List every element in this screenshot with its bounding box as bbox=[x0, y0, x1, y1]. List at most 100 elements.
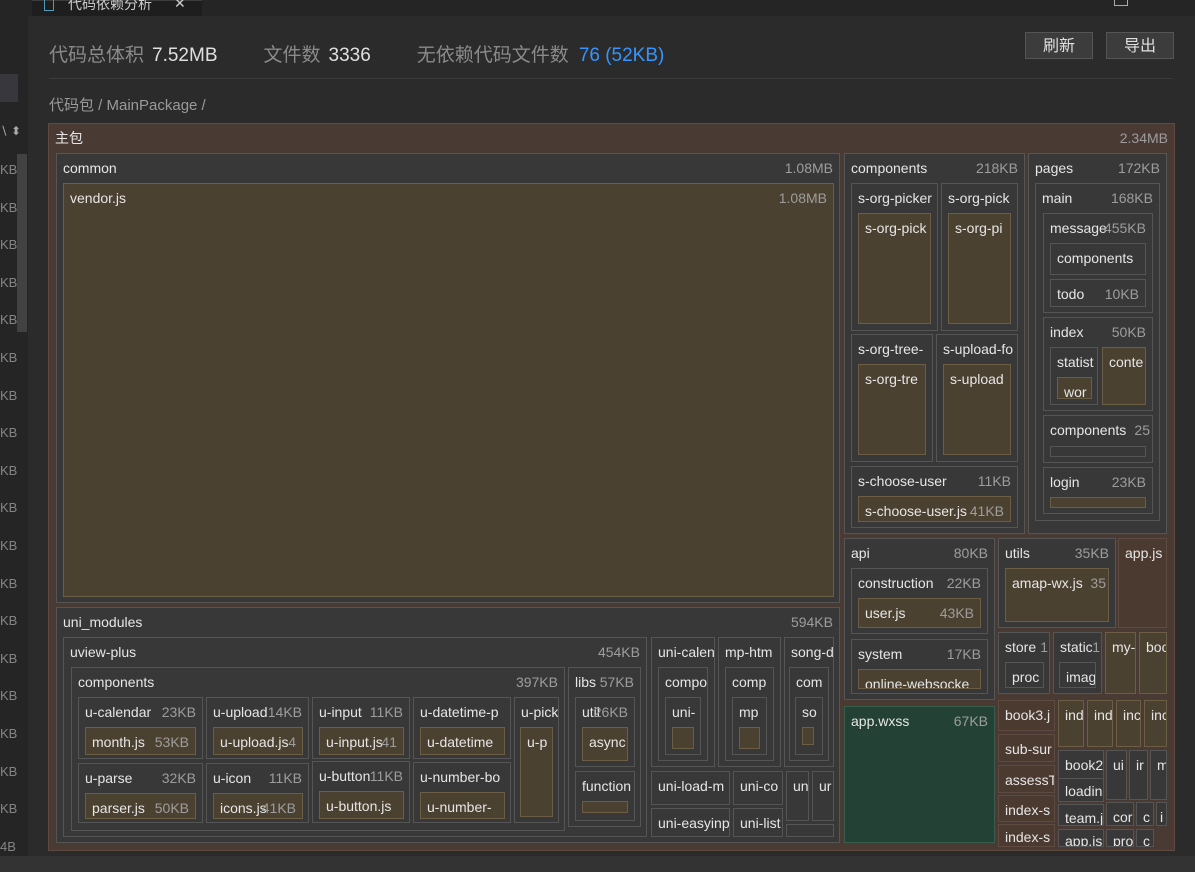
treemap-node-u-datetime-js[interactable]: u-datetime bbox=[420, 727, 505, 755]
treemap-node-ind-4[interactable]: inc bbox=[1144, 700, 1167, 747]
editor-tab-bar: 代码依赖分析 ✕ bbox=[0, 0, 1195, 16]
treemap-node-function[interactable]: function bbox=[575, 771, 635, 821]
sidebar-size-label: KB bbox=[0, 688, 18, 704]
total-size-label: 代码总体积 bbox=[49, 45, 145, 66]
refresh-button[interactable]: 刷新 bbox=[1025, 32, 1093, 59]
sidebar-size-label: KB bbox=[0, 726, 18, 741]
treemap-node-u-button-js[interactable]: u-button.js bbox=[319, 791, 404, 819]
sidebar-size-label: KB bbox=[0, 237, 18, 253]
treemap-node-online-websocket[interactable]: online-websocke bbox=[858, 669, 981, 689]
treemap-node-function-child[interactable] bbox=[582, 801, 628, 813]
treemap-node-boo[interactable]: boo bbox=[1139, 632, 1167, 694]
treemap-node-uni-collapse[interactable]: uni-co bbox=[733, 771, 783, 805]
treemap-node-c-2[interactable]: c bbox=[1136, 829, 1154, 847]
treemap-node-uni-list[interactable]: uni-list bbox=[733, 808, 783, 837]
treemap-node-song-so[interactable]: so bbox=[795, 697, 823, 755]
treemap-node-s-org-picker-js[interactable]: s-org-pick bbox=[858, 213, 931, 324]
treemap-node-u-picker-js[interactable]: u-p bbox=[520, 727, 553, 817]
treemap-node-user-js[interactable]: user.js 43KB bbox=[858, 598, 981, 628]
treemap-node-icons-js[interactable]: icons.js 41KB bbox=[213, 793, 303, 819]
treemap-node-s-choose-user-js[interactable]: s-choose-user.js 41KB bbox=[858, 496, 1011, 522]
treemap-node-m[interactable]: m bbox=[1150, 750, 1167, 800]
treemap-node-index-s-1[interactable]: index-s bbox=[998, 795, 1055, 822]
treemap-node-s-org-tree-js[interactable]: s-org-tre bbox=[858, 364, 926, 455]
treemap-node-content[interactable]: conte bbox=[1102, 347, 1146, 405]
treemap-node-index-s-2[interactable]: index-s bbox=[998, 824, 1055, 847]
treemap-node-u-input-js[interactable]: u-input.js 41 bbox=[319, 727, 404, 755]
treemap-node-static-images[interactable]: imag bbox=[1059, 662, 1096, 688]
sidebar-size-label: KB bbox=[0, 274, 18, 290]
treemap-node-ui[interactable]: ui bbox=[1106, 750, 1127, 800]
treemap-node-s-org-picker-2-js[interactable]: s-org-pi bbox=[948, 213, 1011, 324]
sort-icon[interactable]: ∖ ⬍ bbox=[0, 124, 21, 138]
sidebar-size-label: KB bbox=[0, 162, 18, 177]
split-editor-icon[interactable] bbox=[1114, 0, 1128, 6]
sidebar-size-label: KB bbox=[0, 350, 18, 365]
treemap-node-my[interactable]: my- bbox=[1105, 632, 1136, 694]
treemap-node-pro[interactable]: pro bbox=[1106, 829, 1134, 847]
treemap-node-work[interactable]: wor bbox=[1057, 377, 1092, 399]
treemap-node-c-1[interactable]: c bbox=[1136, 802, 1154, 826]
file-icon bbox=[44, 0, 54, 11]
treemap-node-async[interactable]: async bbox=[582, 727, 628, 761]
treemap-node-ir[interactable]: ir bbox=[1129, 750, 1148, 800]
divider bbox=[49, 78, 1173, 79]
close-icon[interactable]: ✕ bbox=[174, 0, 186, 12]
treemap-node-sub-survey[interactable]: sub-sur bbox=[998, 734, 1055, 762]
treemap-node-pages-components-child[interactable] bbox=[1050, 446, 1146, 457]
treemap-node-ind-3[interactable]: inc bbox=[1116, 700, 1141, 747]
treemap-node-assess[interactable]: assessT bbox=[998, 765, 1055, 793]
sidebar-size-label: KB bbox=[0, 312, 18, 328]
treemap-node-ind-1[interactable]: ind bbox=[1058, 700, 1084, 747]
export-button[interactable]: 导出 bbox=[1106, 32, 1174, 59]
no-dep-value-link[interactable]: 76 (52KB) bbox=[579, 45, 665, 66]
treemap-node-u-number-js[interactable]: u-number- bbox=[420, 792, 505, 819]
treemap-node-amap-wx-js[interactable]: amap-wx.js 35 bbox=[1005, 568, 1109, 622]
breadcrumb: 代码包 / MainPackage / bbox=[49, 97, 206, 114]
sidebar-size-label: KB bbox=[0, 387, 18, 403]
treemap-node-cor[interactable]: cor bbox=[1106, 802, 1134, 826]
treemap-node-u-upload-js[interactable]: u-upload.js 4 bbox=[213, 727, 303, 755]
total-size-value: 7.52MB bbox=[152, 45, 218, 66]
treemap-node-app-wxss[interactable]: app.wxss 67KB bbox=[844, 706, 995, 843]
treemap-node-vendor-js[interactable]: vendor.js 1.08MB bbox=[63, 183, 834, 597]
treemap-node-s-upload-js[interactable]: s-upload bbox=[943, 364, 1011, 455]
treemap-node-login-js[interactable] bbox=[1050, 497, 1146, 508]
sidebar-strip: ∖ ⬍ KB KB KB KB KB KB KB KB KB KB KB KB KB KB KB KB KB KB… bbox=[0, 16, 28, 856]
sidebar-scrollbar[interactable] bbox=[17, 154, 27, 332]
treemap-node-song-js[interactable] bbox=[802, 727, 814, 745]
status-bar bbox=[0, 856, 1195, 872]
treemap-node-i-1[interactable]: i bbox=[1156, 802, 1167, 826]
sidebar-size-label: KB bbox=[0, 613, 18, 629]
sidebar-size-label: KB bbox=[0, 575, 18, 591]
treemap-node-mp-html-js[interactable] bbox=[739, 727, 760, 749]
treemap-node-loading[interactable]: loadin bbox=[1058, 778, 1104, 802]
summary-stats: 代码总体积 7.52MB 文件数 3336 无依赖代码文件数 76 (52KB) bbox=[49, 40, 664, 67]
treemap-node-app-js[interactable]: app.js bbox=[1118, 538, 1167, 628]
treemap-node-message-components[interactable]: components bbox=[1050, 243, 1146, 275]
sidebar-size-label: KB bbox=[0, 763, 18, 779]
treemap-node-app-js-2[interactable]: app.js bbox=[1058, 829, 1104, 847]
file-count-value: 3336 bbox=[328, 45, 371, 66]
treemap-node-todo[interactable]: todo 10KB bbox=[1050, 279, 1146, 307]
file-count-label: 文件数 bbox=[263, 45, 321, 66]
sidebar-size-label: KB bbox=[0, 801, 18, 817]
treemap-node-ind-2[interactable]: ind bbox=[1087, 700, 1113, 747]
treemap-node-uni-calendar-js[interactable] bbox=[672, 727, 694, 749]
treemap-node-store-process[interactable]: proc bbox=[1005, 662, 1044, 688]
treemap-node-book3[interactable]: book3.j bbox=[998, 700, 1055, 731]
treemap-node-month-js[interactable]: month.js 53KB bbox=[85, 727, 196, 755]
sidebar-size-label: KB bbox=[0, 425, 18, 441]
treemap-node-un[interactable]: un bbox=[786, 771, 809, 821]
tab-title: 代码依赖分析 bbox=[68, 0, 152, 12]
sidebar-size-label: 4B bbox=[0, 838, 16, 854]
tab-code-dependency-analysis[interactable]: 代码依赖分析 ✕ bbox=[32, 0, 202, 16]
sidebar-selected-item[interactable] bbox=[0, 74, 18, 102]
treemap-node-uni-easyinput[interactable]: uni-easyinp bbox=[651, 808, 730, 837]
treemap-node-uni-load-more[interactable]: uni-load-m bbox=[651, 771, 730, 805]
treemap-node-parser-js[interactable]: parser.js 50KB bbox=[85, 793, 196, 819]
sidebar-size-label: KB bbox=[0, 462, 18, 478]
treemap-node-uni-misc[interactable] bbox=[786, 824, 834, 837]
treemap-node-ur[interactable]: ur bbox=[812, 771, 834, 821]
treemap-node-team[interactable]: team.j bbox=[1058, 804, 1104, 826]
